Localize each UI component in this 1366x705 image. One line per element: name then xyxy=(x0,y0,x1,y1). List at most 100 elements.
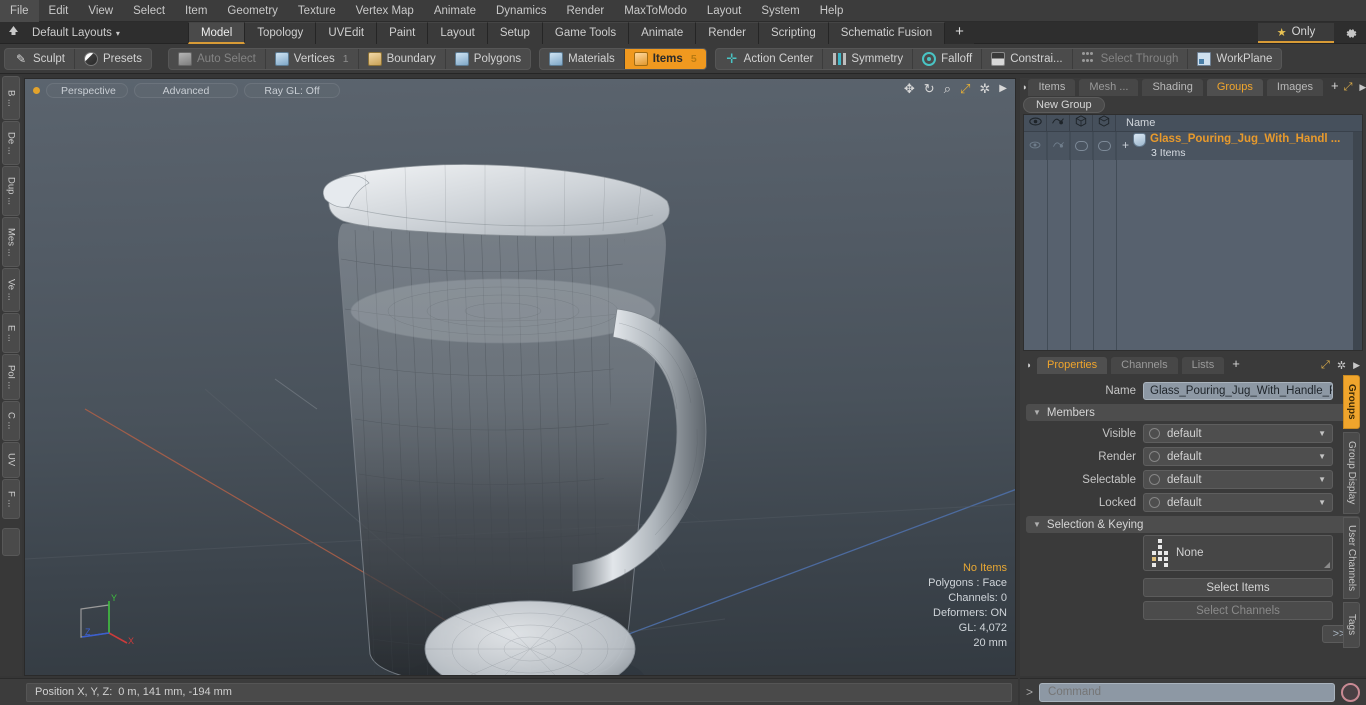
materials-button[interactable]: Materials xyxy=(540,48,625,69)
members-section-header[interactable]: ▼ Members xyxy=(1026,404,1360,421)
gear-icon[interactable] xyxy=(1341,24,1361,42)
constraint-button[interactable]: Constrai... xyxy=(982,48,1073,69)
left-tab-basic[interactable]: B ... xyxy=(2,76,20,120)
tab-schematic-fusion[interactable]: Schematic Fusion xyxy=(828,21,946,44)
tab-model[interactable]: Model xyxy=(187,21,246,44)
tab-uvedit[interactable]: UVEdit xyxy=(316,21,378,44)
left-tab-uv[interactable]: UV xyxy=(2,442,20,478)
panel-menu-icon[interactable]: ◗ xyxy=(1022,356,1036,374)
add-properties-tab-button[interactable]: + xyxy=(1227,356,1245,374)
eye-icon[interactable] xyxy=(1024,115,1047,132)
vertices-button[interactable]: Vertices 1 xyxy=(266,48,359,69)
menu-item-system[interactable]: System xyxy=(751,0,809,22)
menu-item-layout[interactable]: Layout xyxy=(697,0,752,22)
item-list-scrollbar[interactable] xyxy=(1353,132,1362,350)
menu-item-render[interactable]: Render xyxy=(556,0,614,22)
row-render-toggle[interactable] xyxy=(1047,132,1070,160)
tab-scripting[interactable]: Scripting xyxy=(758,21,829,44)
tab-game-tools[interactable]: Game Tools xyxy=(542,21,630,44)
boundary-button[interactable]: Boundary xyxy=(359,48,446,69)
locked-dropdown[interactable]: default ▼ xyxy=(1143,493,1333,512)
left-tab-curve[interactable]: C ... xyxy=(2,401,20,441)
shaded-icon[interactable] xyxy=(1093,115,1116,132)
viewport-state-dot[interactable] xyxy=(33,86,40,94)
panel-tab-images[interactable]: Images xyxy=(1265,78,1324,96)
menu-item-vertex-map[interactable]: Vertex Map xyxy=(346,0,424,22)
action-center-button[interactable]: ✛ Action Center xyxy=(716,48,824,69)
symmetry-button[interactable]: Symmetry xyxy=(823,48,914,69)
menu-item-select[interactable]: Select xyxy=(123,0,175,22)
viewport-shading-dropdown[interactable]: Advanced xyxy=(134,82,238,98)
wireframe-icon[interactable] xyxy=(1070,115,1093,132)
menu-item-view[interactable]: View xyxy=(78,0,123,22)
right-tab-tags[interactable]: Tags xyxy=(1343,602,1360,648)
new-group-button[interactable]: New Group xyxy=(1023,97,1105,113)
menu-item-help[interactable]: Help xyxy=(810,0,854,22)
menu-item-texture[interactable]: Texture xyxy=(288,0,346,22)
right-tab-groups[interactable]: Groups xyxy=(1343,375,1360,429)
menu-item-dynamics[interactable]: Dynamics xyxy=(486,0,556,22)
tab-layout[interactable]: Layout xyxy=(428,21,488,44)
tab-setup[interactable]: Setup xyxy=(487,21,543,44)
left-tab-edge[interactable]: E ... xyxy=(2,313,20,353)
move-icon[interactable]: ✥ xyxy=(904,82,915,96)
rotate-icon[interactable]: ↻ xyxy=(924,82,935,96)
left-tab-vertex[interactable]: Ve ... xyxy=(2,268,20,312)
tab-topology[interactable]: Topology xyxy=(245,21,317,44)
gear-icon[interactable]: ✲ xyxy=(1337,359,1346,372)
name-input[interactable]: Glass_Pouring_Jug_With_Handle_Full xyxy=(1143,381,1333,400)
left-tab-mesh-edit[interactable]: Mes ... xyxy=(2,217,20,267)
falloff-button[interactable]: Falloff xyxy=(913,48,983,69)
right-tab-group-display[interactable]: Group Display xyxy=(1343,432,1360,514)
render-dropdown[interactable]: default ▼ xyxy=(1143,447,1333,466)
items-button[interactable]: Items 5 xyxy=(624,48,706,69)
menu-item-edit[interactable]: Edit xyxy=(39,0,79,22)
render-icon[interactable] xyxy=(1047,115,1070,132)
default-layouts-dropdown[interactable]: Default Layouts ▾ xyxy=(26,22,128,44)
panel-tab-groups[interactable]: Groups xyxy=(1205,78,1264,96)
polygons-button[interactable]: Polygons xyxy=(446,49,530,69)
select-items-button[interactable]: Select Items xyxy=(1143,578,1333,597)
sculpt-button[interactable]: ✎ Sculpt xyxy=(5,48,75,69)
row-wireframe-toggle[interactable] xyxy=(1070,132,1093,160)
tab-channels[interactable]: Channels xyxy=(1110,356,1179,374)
left-tab-duplicate[interactable]: Dup ... xyxy=(2,166,20,216)
select-through-button[interactable]: Select Through xyxy=(1073,48,1189,69)
expand-row-icon[interactable]: + xyxy=(1122,132,1129,152)
selection-set-picker[interactable]: None xyxy=(1143,535,1333,571)
axis-gizmo[interactable]: Y X Z xyxy=(69,591,139,651)
left-tab-fusion[interactable]: F ... xyxy=(2,479,20,519)
row-visibility-toggle[interactable] xyxy=(1024,132,1047,160)
viewport-raygl-dropdown[interactable]: Ray GL: Off xyxy=(244,82,340,98)
3d-viewport[interactable]: Perspective Advanced Ray GL: Off ✥ ↻ ⌕ ⤢… xyxy=(24,78,1016,676)
visible-dropdown[interactable]: default ▼ xyxy=(1143,424,1333,443)
menu-item-item[interactable]: Item xyxy=(175,0,217,22)
zoom-icon[interactable]: ⌕ xyxy=(944,82,951,96)
left-tab-polygon[interactable]: Pol ... xyxy=(2,354,20,400)
panel-tab-mesh[interactable]: Mesh ... xyxy=(1078,78,1140,96)
menu-item-maxtomodo[interactable]: MaxToModo xyxy=(614,0,697,22)
left-tab-extra[interactable] xyxy=(2,528,20,556)
viewport-perspective-dropdown[interactable]: Perspective xyxy=(46,82,128,98)
left-tab-deform[interactable]: De ... xyxy=(2,121,20,165)
only-toggle-button[interactable]: ★ Only xyxy=(1258,23,1334,43)
command-input[interactable] xyxy=(1039,682,1335,702)
selection-keying-section-header[interactable]: ▼ Selection & Keying xyxy=(1026,516,1360,533)
workplane-button[interactable]: WorkPlane xyxy=(1188,49,1281,69)
tab-animate[interactable]: Animate xyxy=(629,21,697,44)
menu-item-geometry[interactable]: Geometry xyxy=(217,0,288,22)
add-panel-tab-button[interactable]: + xyxy=(1326,78,1344,96)
chevron-right-icon[interactable]: ▶ xyxy=(1353,360,1360,371)
tab-paint[interactable]: Paint xyxy=(377,21,429,44)
command-status-led[interactable] xyxy=(1341,682,1360,702)
gear-icon[interactable]: ✲ xyxy=(979,82,990,96)
chevron-right-icon[interactable]: ▶ xyxy=(1359,82,1366,93)
expand-icon[interactable]: ⤢ xyxy=(1321,359,1330,372)
menu-item-file[interactable]: File xyxy=(0,0,39,22)
row-shaded-toggle[interactable] xyxy=(1093,132,1116,160)
auto-select-button[interactable]: Auto Select xyxy=(169,48,266,69)
menu-item-animate[interactable]: Animate xyxy=(424,0,486,22)
play-icon[interactable]: ▶ xyxy=(999,82,1007,96)
row-name-cell[interactable]: + Glass_Pouring_Jug_With_Handl ... 3 Ite… xyxy=(1116,132,1362,160)
panel-tab-shading[interactable]: Shading xyxy=(1141,78,1204,96)
